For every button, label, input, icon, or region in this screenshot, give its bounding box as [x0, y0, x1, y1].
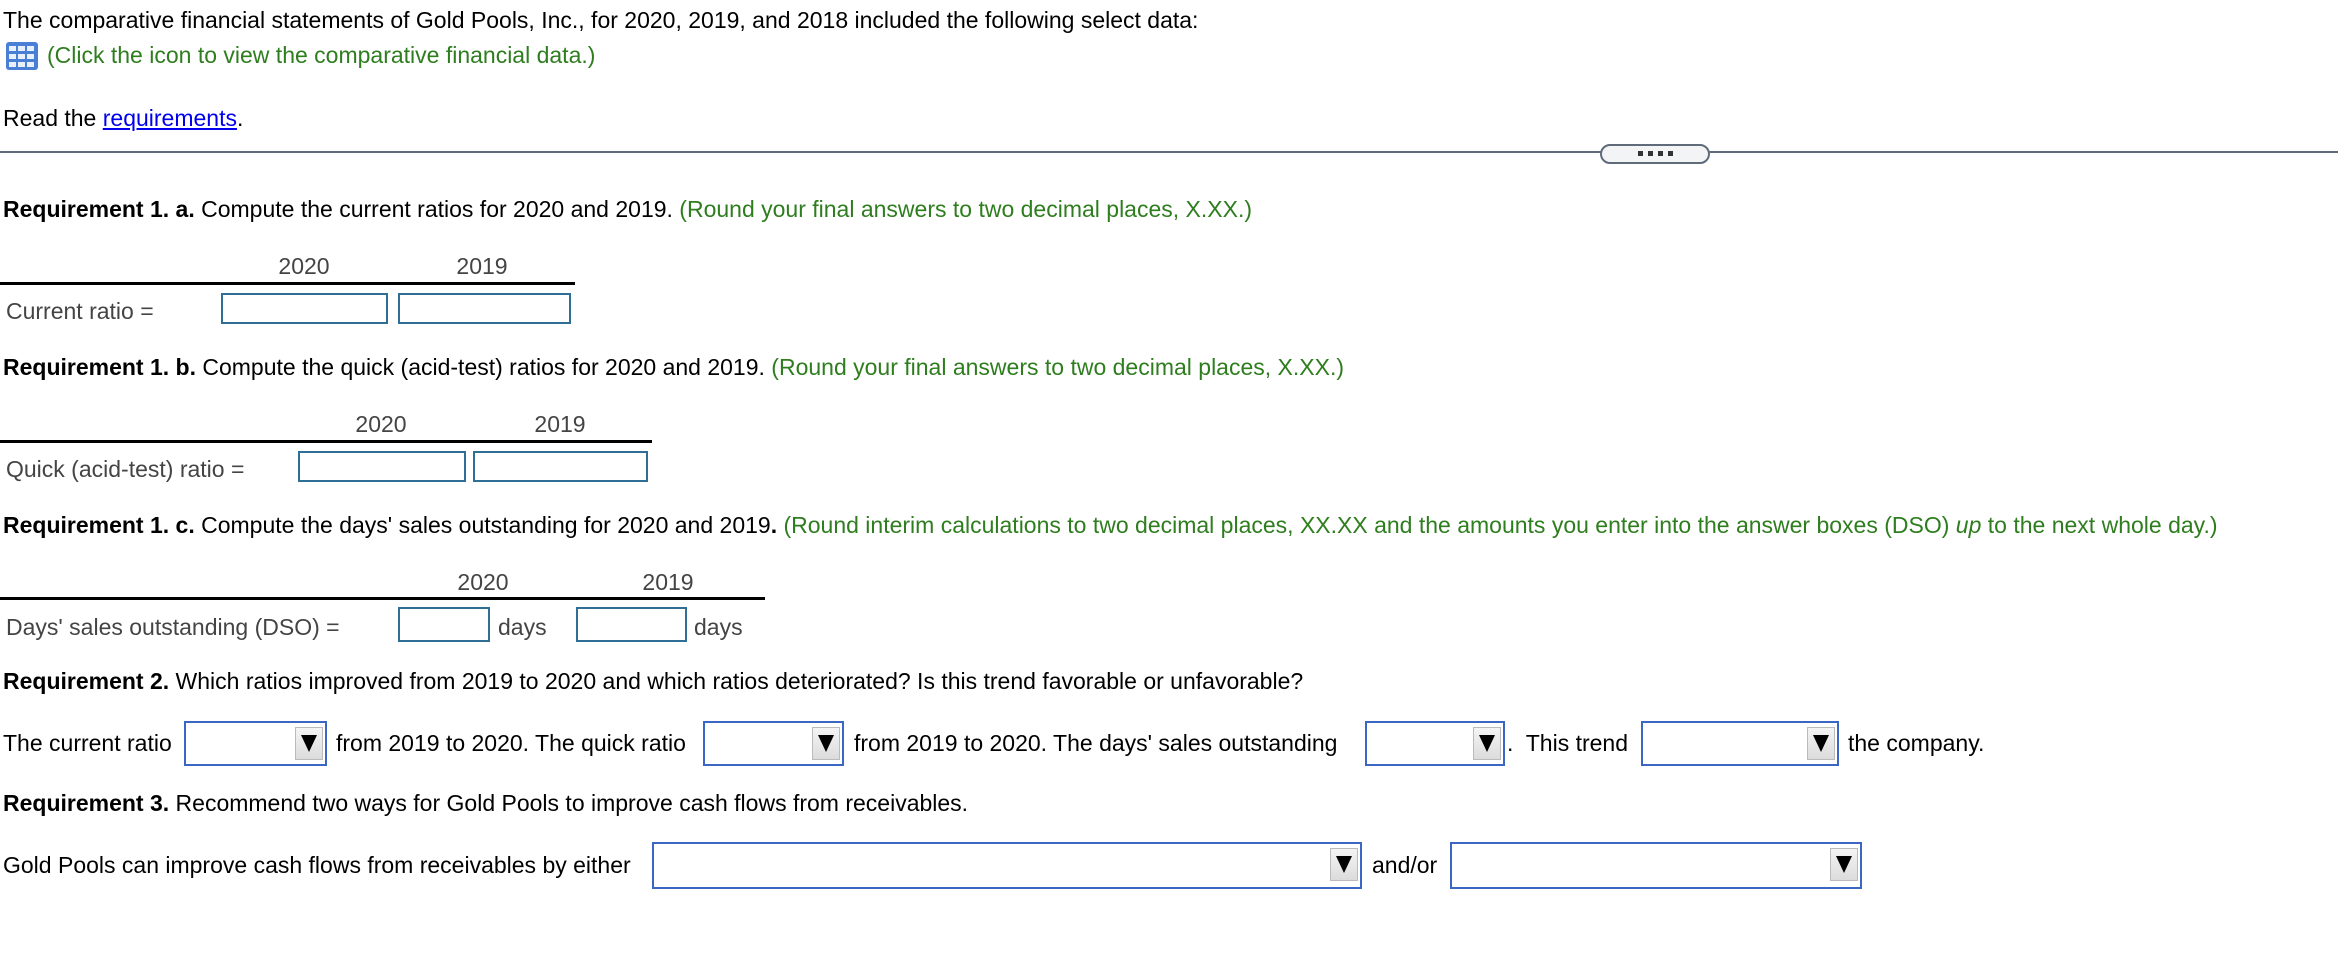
dso-2020-input[interactable]	[398, 607, 490, 642]
req2-s5: the company.	[1848, 730, 1985, 756]
current-ratio-2019-input[interactable]	[398, 293, 571, 324]
req1c-hint-b: to the next whole day.)	[1981, 512, 2218, 538]
quick-ratio-2020-input[interactable]	[298, 451, 466, 482]
req2-label: Requirement 2.	[3, 668, 170, 694]
req3-text: Recommend two ways for Gold Pools to imp…	[169, 790, 969, 816]
req1c-hint-a: (Round interim calculations to two decim…	[777, 512, 1956, 538]
req1c-year-2019: 2019	[642, 569, 694, 595]
dropdown-arrow-icon	[1473, 727, 1501, 760]
req2-s3: from 2019 to 2020. The days' sales outst…	[854, 730, 1338, 756]
req1c-year-2020: 2020	[457, 569, 509, 595]
dso-trend-select[interactable]	[1365, 721, 1505, 766]
req2-heading: Requirement 2. Which ratios improved fro…	[3, 667, 1303, 695]
dso-2020-unit: days	[498, 614, 547, 640]
pane-divider	[0, 151, 2338, 153]
req1b-hint: (Round your final answers to two decimal…	[764, 354, 1345, 380]
table-grid-icon[interactable]	[6, 42, 38, 70]
dso-2019-unit: days	[694, 614, 743, 640]
improvement-option-1-select[interactable]	[652, 842, 1362, 889]
read-requirements-line: Read the requirements.	[3, 104, 243, 132]
req2-s2: from 2019 to 2020. The quick ratio	[336, 730, 686, 756]
requirements-link[interactable]: requirements	[103, 105, 237, 131]
dso-label: Days' sales outstanding (DSO) =	[6, 614, 340, 640]
dso-2019-input[interactable]	[576, 607, 687, 642]
dropdown-arrow-icon	[1330, 848, 1358, 881]
req2-s1: The current ratio	[3, 730, 172, 756]
req3-heading: Requirement 3. Recommend two ways for Go…	[3, 789, 968, 817]
intro-text: The comparative financial statements of …	[3, 7, 1199, 33]
read-prefix: Read the	[3, 105, 103, 131]
req1a-year-2020: 2020	[278, 253, 330, 279]
req1c-heading: Requirement 1. c. Compute the days' sale…	[3, 511, 2218, 539]
req1a-text: Compute the current ratios for 2020 and …	[194, 196, 673, 222]
current-ratio-label: Current ratio =	[6, 298, 154, 324]
dropdown-arrow-icon	[1830, 848, 1858, 881]
dropdown-arrow-icon	[812, 727, 840, 760]
req3-label: Requirement 3.	[3, 790, 170, 816]
req1b-heading: Requirement 1. b. Compute the quick (aci…	[3, 353, 1344, 381]
dropdown-arrow-icon	[1807, 727, 1835, 760]
req1a-hint: (Round your final answers to two decimal…	[672, 196, 1253, 222]
req2-text: Which ratios improved from 2019 to 2020 …	[169, 668, 1304, 694]
req1c-label: Requirement 1. c.	[3, 512, 195, 538]
req1a-heading: Requirement 1. a. Compute the current ra…	[3, 195, 1252, 223]
req1b-year-2020: 2020	[355, 411, 407, 437]
data-hint: (Click the icon to view the comparative …	[47, 42, 596, 68]
req3-s2: and/or	[1372, 852, 1438, 878]
req1a-header-rule	[0, 282, 575, 285]
req1b-text: Compute the quick (acid-test) ratios for…	[195, 354, 765, 380]
resize-handle[interactable]	[1600, 144, 1710, 164]
dropdown-arrow-icon	[295, 727, 323, 760]
req1c-hint: (Round interim calculations to two decim…	[777, 512, 2217, 538]
req1c-text: Compute the days' sales outstanding for …	[194, 512, 771, 538]
req1a-year-2019: 2019	[456, 253, 508, 279]
quick-ratio-2019-input[interactable]	[473, 451, 648, 482]
req1b-label: Requirement 1. b.	[3, 354, 196, 380]
current-ratio-trend-select[interactable]	[184, 721, 327, 766]
quick-ratio-trend-select[interactable]	[703, 721, 844, 766]
overall-trend-select[interactable]	[1641, 721, 1839, 766]
req1b-year-2019: 2019	[534, 411, 586, 437]
improvement-option-2-select[interactable]	[1450, 842, 1862, 889]
read-suffix: .	[236, 105, 244, 131]
req1a-label: Requirement 1. a.	[3, 196, 195, 222]
req1c-hint-italic: up	[1955, 512, 1982, 538]
current-ratio-2020-input[interactable]	[221, 293, 388, 324]
req3-s1: Gold Pools can improve cash flows from r…	[3, 852, 631, 878]
quick-ratio-label: Quick (acid-test) ratio =	[6, 456, 245, 482]
req1b-header-rule	[0, 440, 652, 443]
req2-s4: . This trend	[1507, 730, 1629, 756]
req1c-header-rule	[0, 597, 765, 600]
